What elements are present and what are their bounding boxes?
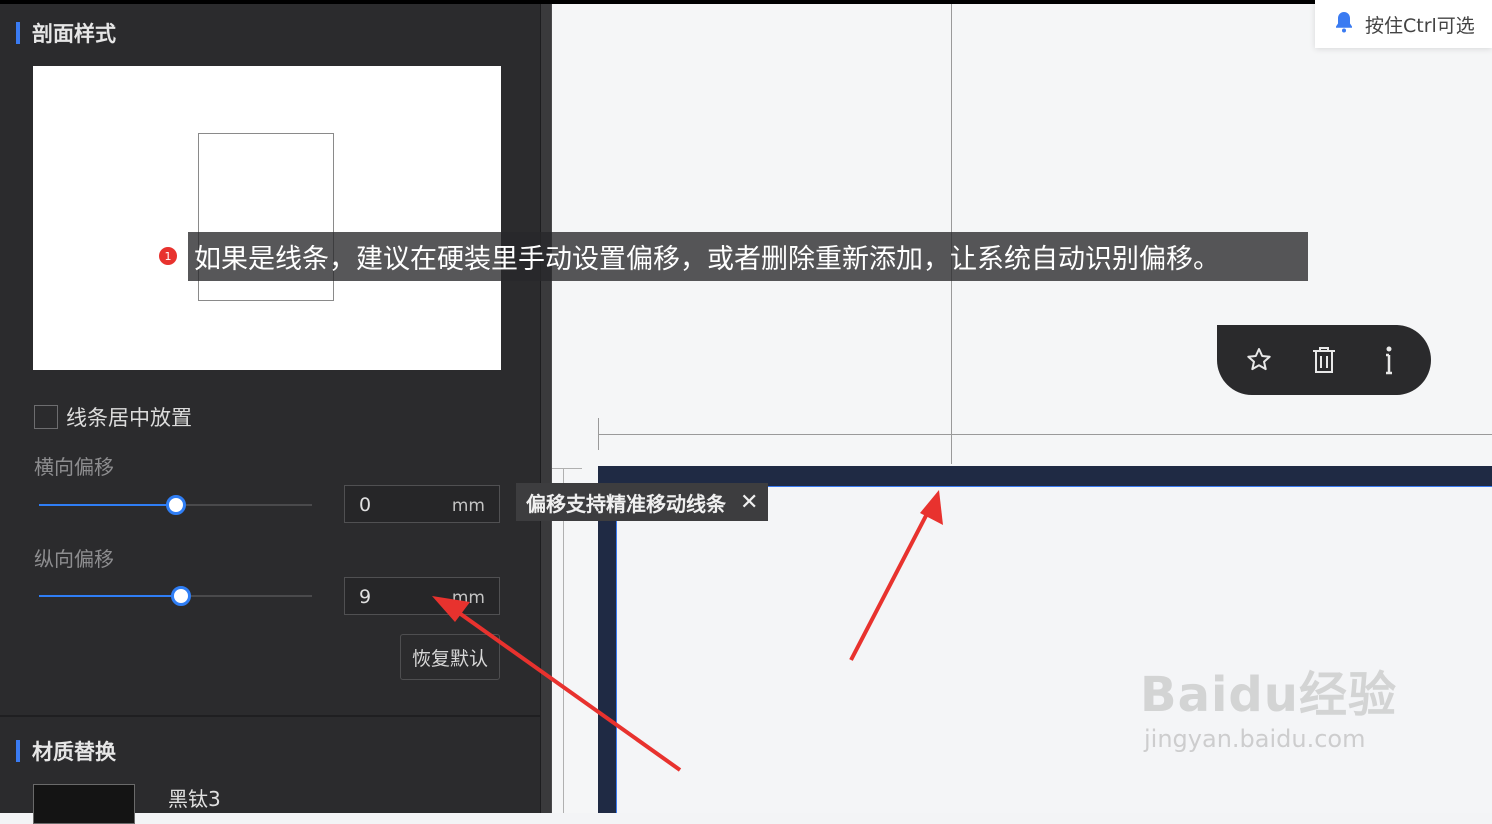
arrow-to-wall-edge xyxy=(849,490,943,661)
annotation-caption: 如果是线条，建议在硬装里手动设置偏移，或者删除重新添加，让系统自动识别偏移。 xyxy=(188,232,1308,281)
watermark: Baidu经验 jingyan.baidu.com xyxy=(1140,655,1397,753)
arrow-to-vertical-offset xyxy=(432,596,682,772)
watermark-sub: jingyan.baidu.com xyxy=(1144,725,1366,753)
annotation-marker: 1 xyxy=(159,247,177,265)
watermark-main: Baidu经验 xyxy=(1140,667,1397,723)
